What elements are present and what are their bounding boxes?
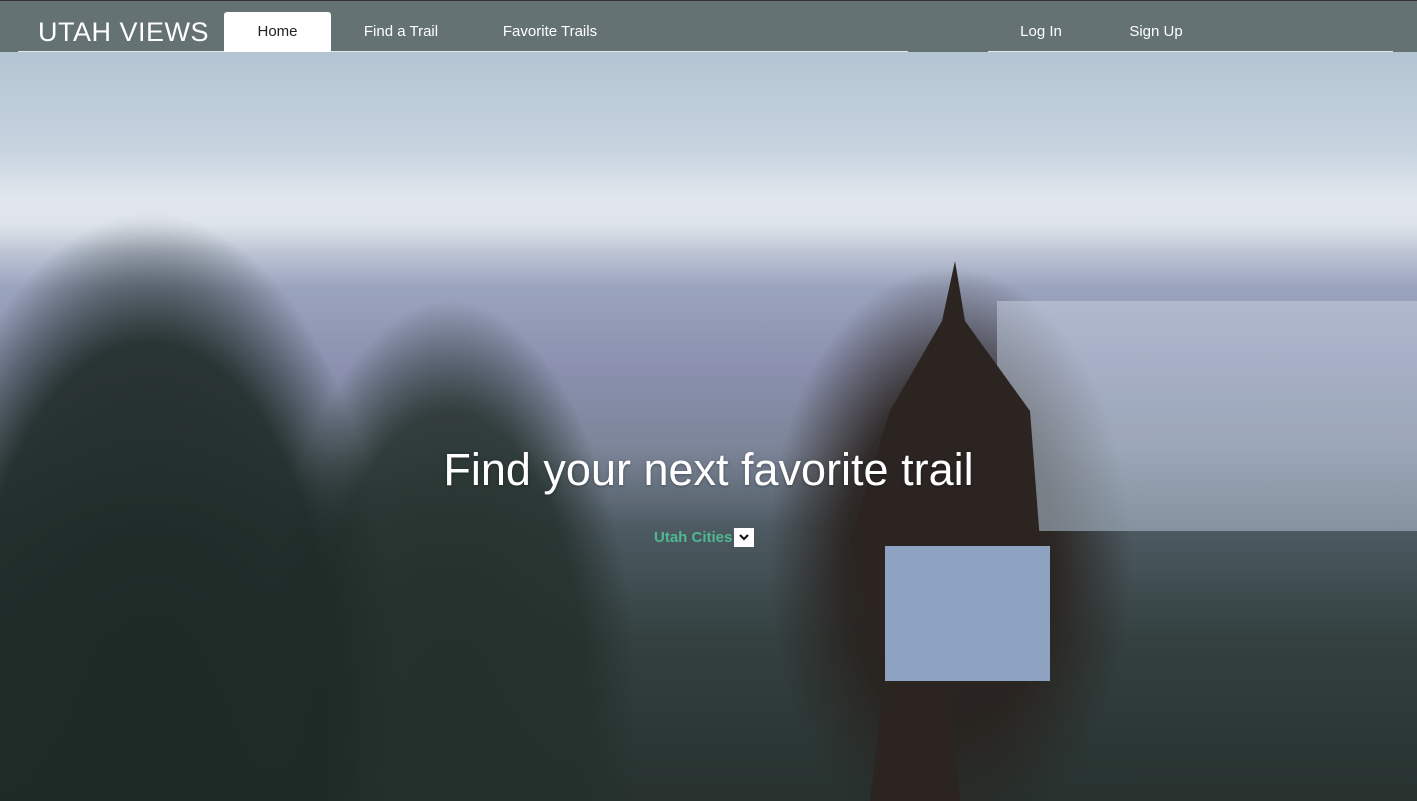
hero-background: UTAH VIEWS Home Find a Trail Favorite Tr… (0, 0, 1417, 801)
yoga-person-image (850, 261, 1050, 801)
utah-cities-dropdown[interactable]: Utah Cities (654, 528, 755, 547)
dropdown-label[interactable]: Utah Cities (654, 529, 732, 546)
tab-find-a-trail[interactable]: Find a Trail (345, 12, 457, 52)
tab-home[interactable]: Home (224, 12, 331, 52)
hero-title: Find your next favorite trail (443, 444, 974, 495)
clouds (0, 151, 1417, 251)
logo[interactable]: UTAH VIEWS (38, 17, 209, 48)
valley (997, 301, 1417, 531)
nav-divider (18, 51, 908, 52)
signup-link[interactable]: Sign Up (1115, 12, 1197, 52)
login-link[interactable]: Log In (1005, 12, 1077, 52)
chevron-down-icon[interactable] (734, 528, 755, 547)
tab-favorite-trails[interactable]: Favorite Trails (485, 12, 615, 52)
top-nav: UTAH VIEWS Home Find a Trail Favorite Tr… (0, 1, 1417, 52)
